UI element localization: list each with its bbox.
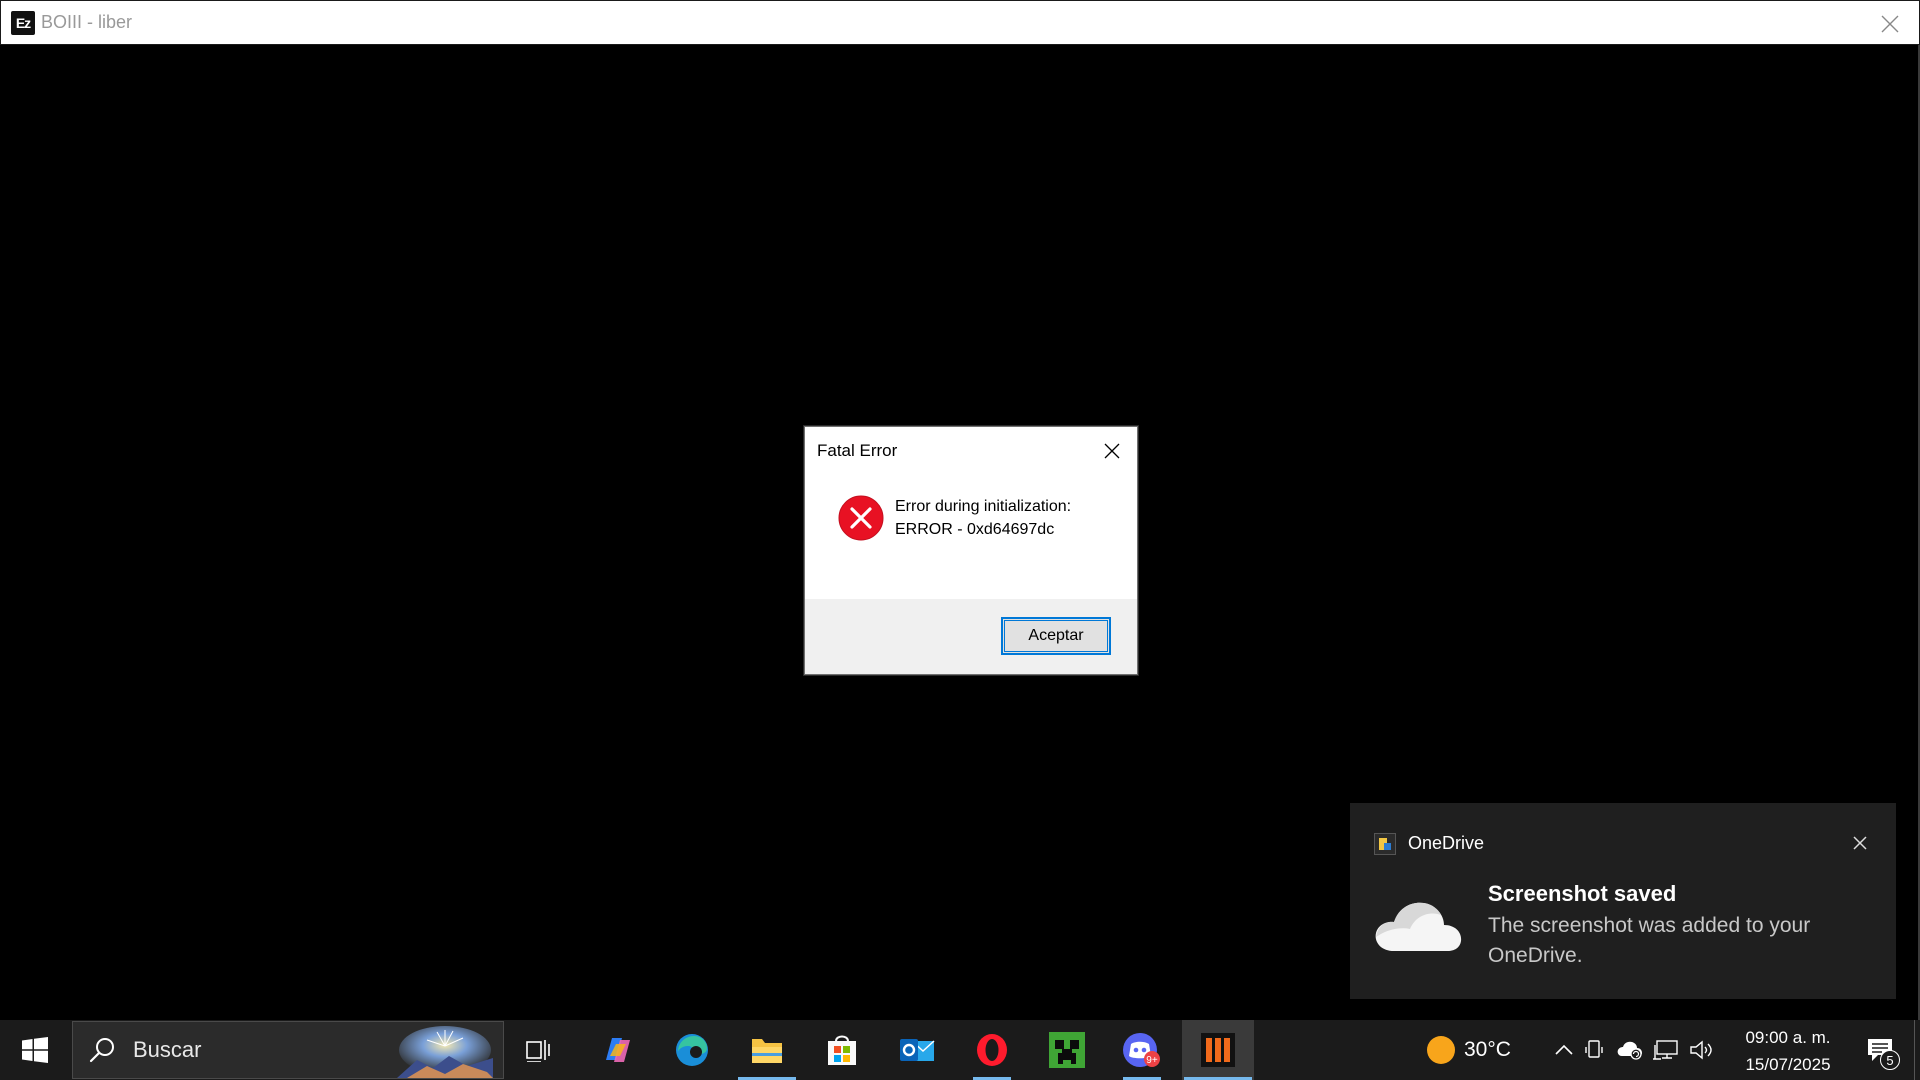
toast-close-button[interactable] <box>1848 831 1872 855</box>
tray-volume-button[interactable] <box>1684 1020 1720 1080</box>
close-icon <box>1881 15 1899 33</box>
network-icon <box>1653 1040 1678 1060</box>
window-close-button[interactable] <box>1875 9 1905 39</box>
window-title: BOIII - liber <box>41 12 133 32</box>
taskbar-clock[interactable]: 09:00 a. m. 15/07/2025 <box>1730 1024 1846 1078</box>
edge-icon <box>676 1034 708 1066</box>
boiii-icon <box>1201 1033 1235 1067</box>
taskbar-minecraft[interactable] <box>1036 1020 1098 1080</box>
taskbar-boiii[interactable] <box>1182 1020 1254 1080</box>
onedrive-toast[interactable]: OneDrive Screenshot saved The screenshot… <box>1350 803 1896 999</box>
dialog-title: Fatal Error <box>817 441 898 460</box>
discord-icon: 9+ <box>1123 1033 1160 1067</box>
task-view-button[interactable] <box>508 1020 570 1080</box>
onedrive-sync-icon <box>1617 1041 1642 1060</box>
weather-temperature: 30°C <box>1464 1038 1511 1061</box>
weather-widget[interactable]: 30°C <box>1426 1020 1511 1080</box>
microsoft-store-icon <box>828 1035 856 1065</box>
clock-date: 15/07/2025 <box>1745 1055 1831 1074</box>
sun-icon <box>1427 1036 1455 1064</box>
search-icon <box>89 1038 114 1063</box>
error-message: Error during initialization: ERROR - 0xd… <box>895 495 1071 541</box>
aceptar-button[interactable]: Aceptar <box>1001 617 1111 655</box>
window-titlebar[interactable]: Ez BOIII - liber <box>0 0 1920 45</box>
opera-icon <box>977 1034 1007 1066</box>
error-message-line1: Error during initialization: <box>895 498 1072 515</box>
taskbar-search[interactable]: Buscar <box>72 1021 504 1079</box>
taskbar-opera[interactable] <box>961 1020 1023 1080</box>
taskbar-discord[interactable]: 9+ <box>1111 1020 1173 1080</box>
notification-count-badge: 5 <box>1880 1050 1900 1070</box>
start-button[interactable] <box>0 1020 70 1080</box>
cloud-icon <box>1375 902 1462 951</box>
outlook-icon <box>900 1039 935 1061</box>
toast-body: The screenshot was added to your OneDriv… <box>1488 914 1811 967</box>
task-view-icon <box>526 1040 550 1062</box>
taskbar-edge[interactable] <box>661 1020 723 1080</box>
toast-heading: Screenshot saved <box>1488 881 1677 906</box>
tray-network-button[interactable] <box>1648 1020 1684 1080</box>
copilot-icon <box>606 1038 630 1062</box>
discord-badge: 9+ <box>1146 1055 1158 1066</box>
taskbar-file-explorer[interactable] <box>736 1020 798 1080</box>
onedrive-app-icon <box>1374 833 1396 855</box>
windows-logo-icon <box>22 1037 48 1063</box>
taskbar-outlook[interactable] <box>886 1020 948 1080</box>
error-icon <box>838 495 884 541</box>
file-explorer-icon <box>752 1039 782 1063</box>
chevron-up-icon <box>1555 1044 1573 1055</box>
tray-device-button[interactable] <box>1576 1020 1612 1080</box>
app-icon: Ez <box>11 10 35 35</box>
taskbar-microsoft-store[interactable] <box>811 1020 873 1080</box>
close-icon <box>1104 443 1120 459</box>
close-icon <box>1853 836 1867 850</box>
notification-center-button[interactable]: 5 <box>1858 1028 1902 1072</box>
search-placeholder: Buscar <box>133 1037 202 1062</box>
clock-time: 09:00 a. m. <box>1745 1028 1831 1047</box>
toast-app-name: OneDrive <box>1408 833 1485 853</box>
dialog-close-button[interactable] <box>1097 436 1127 466</box>
taskbar-copilot[interactable] <box>586 1020 648 1080</box>
system-tray <box>1552 1020 1720 1080</box>
fatal-error-dialog: Fatal Error Error during initialization:… <box>804 426 1138 675</box>
show-desktop-button[interactable] <box>1914 1020 1920 1080</box>
volume-icon <box>1690 1040 1712 1060</box>
taskbar: Buscar 9+ 30°C 09:00 a. m. 15/07/2025 5 <box>0 1020 1920 1080</box>
minecraft-icon <box>1049 1032 1085 1068</box>
show-hidden-icons-button[interactable] <box>1552 1020 1576 1080</box>
device-icon <box>1585 1040 1603 1058</box>
error-message-line2: ERROR - 0xd64697dc <box>895 521 1055 538</box>
search-highlight-image <box>397 1026 493 1078</box>
tray-onedrive-button[interactable] <box>1612 1020 1648 1080</box>
